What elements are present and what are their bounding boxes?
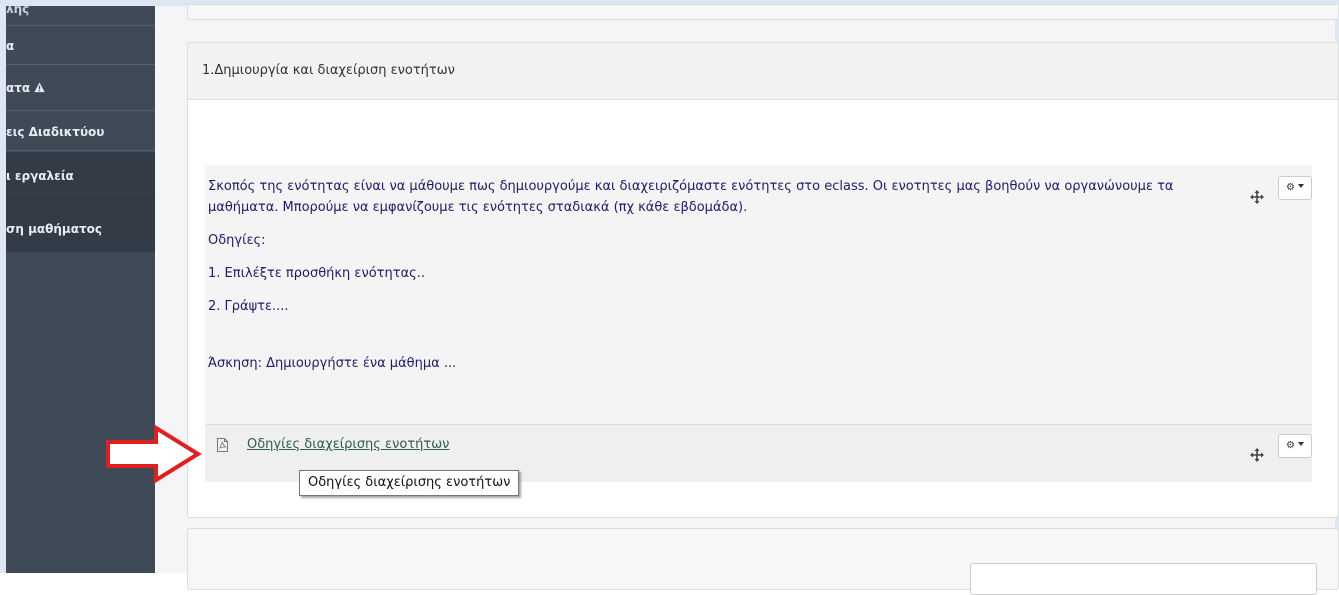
resource-link[interactable]: Οδηγίες διαχείρισης ενοτήτων [247, 437, 449, 452]
next-section-input[interactable] [970, 563, 1317, 595]
chevron-down-icon [1297, 184, 1304, 188]
move-icon[interactable] [1250, 448, 1264, 462]
section-title: 1.Δημιουργία και διαχείριση ενοτήτων [188, 43, 1338, 100]
sidebar-item-partial[interactable]: λης [6, 6, 155, 26]
sidebar: λης α ατα εις Διαδικτύου ι εργαλεία ση μ… [6, 6, 155, 573]
red-arrow-annotation [106, 424, 202, 484]
resource-tooltip: Οδηγίες διαχείρισης ενοτήτων [299, 470, 520, 496]
warning-icon [34, 82, 45, 93]
instructions-heading: Οδηγίες: [208, 233, 266, 248]
section-actions-button[interactable]: ⚙ [1278, 176, 1312, 200]
pdf-file-icon [217, 438, 228, 452]
instruction-step-2: 2. Γράψτε.... [208, 299, 289, 314]
chevron-down-icon [1297, 442, 1304, 446]
gear-icon: ⚙ [1286, 440, 1295, 451]
section-description: Σκοπός της ενότητας είναι να μάθουμε πως… [205, 165, 1208, 386]
previous-section-panel [187, 4, 1339, 20]
sidebar-item-5[interactable]: ση μαθήματος [6, 199, 155, 252]
sidebar-item-4[interactable]: ι εργαλεία [6, 152, 155, 199]
exercise-text: Άσκηση: Δημιουργήστε ένα μάθημα ... [208, 356, 457, 371]
section-panel: 1.Δημιουργία και διαχείριση ενοτήτων Σκο… [187, 42, 1339, 518]
section-description-block: Σκοπός της ενότητας είναι να μάθουμε πως… [205, 165, 1312, 424]
move-icon[interactable] [1250, 190, 1264, 204]
gear-icon: ⚙ [1286, 182, 1295, 193]
instruction-step-1: 1. Επιλέξτε προσθήκη ενότητας.. [208, 266, 426, 281]
sidebar-item-2[interactable]: ατα [6, 65, 155, 111]
sidebar-item-1[interactable]: α [6, 26, 155, 65]
sidebar-item-3[interactable]: εις Διαδικτύου [6, 111, 155, 151]
description-paragraph: Σκοπός της ενότητας είναι να μάθουμε πως… [208, 179, 1174, 215]
resource-actions-button[interactable]: ⚙ [1278, 434, 1312, 458]
